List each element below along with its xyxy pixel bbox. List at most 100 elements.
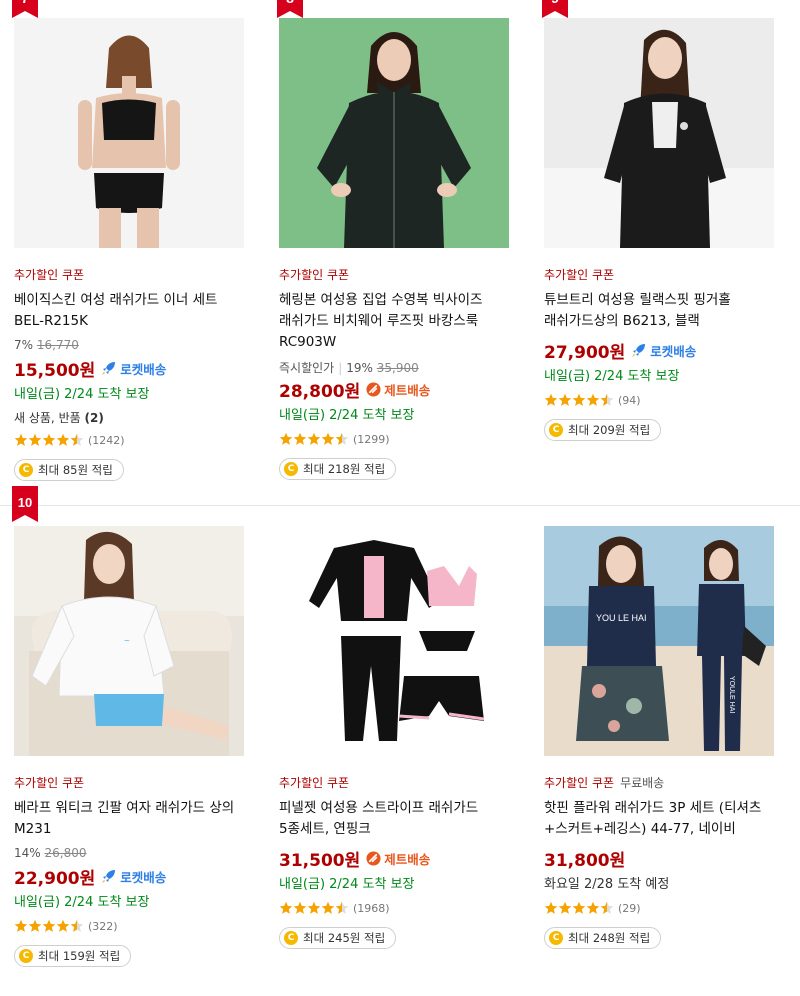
star-icon (544, 901, 558, 914)
delivery-info: 내일(금) 2/24 도착 보장 (14, 387, 150, 402)
reward-badge: C 최대 218원 적립 (279, 458, 397, 480)
star-half-icon (600, 393, 614, 406)
product-card[interactable]: 8 추가할인 쿠폰 헤링본 여성용 집업 수영복 빅사이즈 래쉬가드 비치웨어 … (277, 0, 529, 490)
reward-badge: C 최대 248원 적립 (544, 927, 662, 949)
coupon-badge: 추가할인 쿠폰 무료배송 (544, 776, 665, 790)
product-image[interactable] (279, 18, 509, 248)
product-image[interactable] (544, 18, 774, 248)
coin-icon: C (19, 949, 33, 963)
star-half-icon (335, 901, 349, 914)
star-rating (279, 901, 349, 915)
coin-icon: C (284, 931, 298, 945)
star-icon (42, 433, 56, 446)
star-icon (321, 901, 335, 914)
rating: (322) (14, 917, 246, 935)
product-image[interactable] (279, 526, 509, 756)
review-count: (29) (618, 901, 641, 915)
delivery-info: 내일(금) 2/24 도착 보장 (279, 877, 415, 892)
star-icon (586, 393, 600, 406)
discount-info: 즉시할인가 | 19% 35,900 (279, 361, 419, 375)
review-count: (322) (88, 919, 118, 933)
star-rating (544, 901, 614, 915)
star-icon (279, 901, 293, 914)
star-icon (56, 919, 70, 932)
star-half-icon (70, 433, 84, 446)
rating: (1242) (14, 431, 246, 449)
rocket-delivery-badge: 로켓배송 (101, 867, 166, 886)
star-icon (307, 901, 321, 914)
review-count: (94) (618, 393, 641, 407)
product-card[interactable]: 9 추가할인 쿠폰 튜브트리 여성용 릴랙스핏 핑거홀 래쉬가드상의 B6213… (542, 0, 794, 490)
price: 15,500원 (14, 360, 96, 381)
rocket-delivery-badge: 로켓배송 (101, 359, 166, 378)
product-image[interactable]: YOU LE HAI YOULE HAI (544, 526, 774, 756)
review-count: (1968) (353, 901, 390, 915)
reward-badge: C 최대 209원 적립 (544, 419, 662, 441)
jet-delivery-badge: 제트배송 (366, 849, 430, 868)
product-grid: 7 추가할인 쿠폰 베이직스킨 여성 래쉬가드 이너 세트 BEL-R215K … (0, 0, 800, 967)
product-title[interactable]: 튜브트리 여성용 릴랙스핏 핑거홀 래쉬가드상의 B6213, 블랙 (544, 290, 776, 332)
rocket-icon (632, 344, 646, 357)
product-row: ~ 10 추가할인 쿠폰 베라프 워티크 긴팔 여자 래쉬가드 상의 M231 … (0, 486, 800, 996)
rank-badge: 9 (542, 0, 568, 18)
svg-text:YOU LE HAI: YOU LE HAI (596, 613, 647, 623)
delivery-info: 내일(금) 2/24 도착 보장 (544, 369, 680, 384)
product-image[interactable]: ~ (14, 526, 244, 756)
svg-text:7: 7 (21, 0, 29, 6)
product-image[interactable] (14, 18, 244, 248)
svg-text:YOULE HAI: YOULE HAI (728, 676, 735, 713)
reward-badge: C 최대 159원 적립 (14, 945, 132, 967)
coin-icon: C (549, 931, 563, 945)
rank-badge: 10 (12, 486, 38, 522)
product-row: 7 추가할인 쿠폰 베이직스킨 여성 래쉬가드 이너 세트 BEL-R215K … (0, 0, 800, 490)
product-card[interactable]: ~ 10 추가할인 쿠폰 베라프 워티크 긴팔 여자 래쉬가드 상의 M231 … (12, 486, 264, 996)
price: 27,900원 (544, 342, 626, 363)
rank-badge: 7 (12, 0, 38, 18)
star-icon (293, 432, 307, 445)
delivery-info: 화요일 2/28 도착 예정 (544, 877, 670, 892)
product-card[interactable]: 7 추가할인 쿠폰 베이직스킨 여성 래쉬가드 이너 세트 BEL-R215K … (12, 0, 264, 490)
star-icon (279, 432, 293, 445)
discount-info: 7% 16,770 (14, 338, 79, 352)
star-icon (586, 901, 600, 914)
used-item-info[interactable]: 새 상품, 반품 (2) (14, 409, 246, 425)
product-title[interactable]: 베이직스킨 여성 래쉬가드 이너 세트 BEL-R215K (14, 290, 246, 332)
star-icon (28, 433, 42, 446)
product-title[interactable]: 헤링본 여성용 집업 수영복 빅사이즈 래쉬가드 비치웨어 루즈핏 바캉스룩 R… (279, 290, 511, 353)
coupon-badge: 추가할인 쿠폰 (14, 268, 85, 282)
discount-info: 14% 26,800 (14, 846, 87, 860)
star-half-icon (335, 432, 349, 445)
star-icon (14, 919, 28, 932)
product-title[interactable]: 피넬젯 여성용 스트라이프 래쉬가드 5종세트, 연핑크 (279, 798, 511, 840)
svg-text:~: ~ (124, 636, 130, 647)
star-icon (558, 393, 572, 406)
rocket-icon (102, 362, 116, 375)
star-icon (28, 919, 42, 932)
coin-icon: C (284, 462, 298, 476)
reward-badge: C 최대 245원 적립 (279, 927, 397, 949)
product-title[interactable]: 베라프 워티크 긴팔 여자 래쉬가드 상의 M231 (14, 798, 246, 840)
star-rating (544, 393, 614, 407)
price: 22,900원 (14, 868, 96, 889)
star-icon (558, 901, 572, 914)
product-card[interactable]: 추가할인 쿠폰 피넬젯 여성용 스트라이프 래쉬가드 5종세트, 연핑크 31,… (279, 506, 529, 996)
coupon-badge: 추가할인 쿠폰 (279, 776, 350, 790)
jet-icon (366, 850, 381, 866)
rocket-icon (102, 870, 116, 883)
svg-text:8: 8 (286, 0, 294, 6)
rating: (1968) (279, 899, 511, 917)
star-icon (572, 901, 586, 914)
rocket-delivery-badge: 로켓배송 (631, 341, 696, 360)
rating: (94) (544, 391, 776, 409)
price: 31,500원 (279, 850, 361, 871)
delivery-info: 내일(금) 2/24 도착 보장 (279, 408, 415, 423)
coupon-badge: 추가할인 쿠폰 (544, 268, 615, 282)
star-icon (42, 919, 56, 932)
product-title[interactable]: 핫핀 플라워 래쉬가드 3P 세트 (티셔츠+스커트+레깅스) 44-77, 네… (544, 798, 776, 840)
star-icon (307, 432, 321, 445)
svg-text:10: 10 (18, 495, 32, 510)
rating: (29) (544, 899, 776, 917)
rank-badge: 8 (277, 0, 303, 18)
price: 28,800원 (279, 381, 361, 402)
product-card[interactable]: YOU LE HAI YOULE HAI 추가할인 쿠폰 무료배송 핫핀 플라워… (544, 506, 794, 996)
